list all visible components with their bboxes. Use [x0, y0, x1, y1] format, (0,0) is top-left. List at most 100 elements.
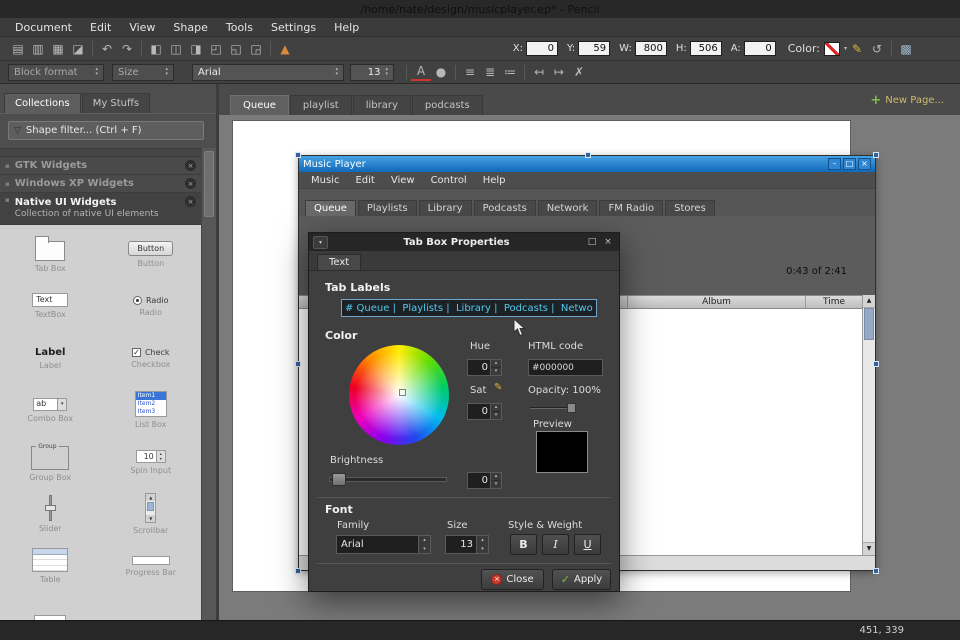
- size-select[interactable]: Size ▴ ▾: [112, 63, 174, 81]
- block-format-select[interactable]: Block format ▴ ▾: [8, 63, 104, 81]
- selection-handle[interactable]: [873, 152, 879, 158]
- color-swatch[interactable]: [823, 41, 840, 56]
- menu-edit[interactable]: Edit: [81, 20, 120, 35]
- spin-up-icon[interactable]: ▴: [477, 536, 488, 545]
- widget-tab-box[interactable]: Tab Box: [0, 228, 101, 280]
- selection-handle[interactable]: [295, 568, 301, 574]
- section-winxp-widgets[interactable]: ▪ Windows XP Widgets ×: [0, 175, 201, 193]
- spin-up-icon[interactable]: ▴: [491, 360, 501, 367]
- text-color-icon[interactable]: A: [411, 64, 431, 81]
- opacity-slider-thumb[interactable]: [567, 403, 576, 413]
- selection-handle[interactable]: [295, 361, 301, 367]
- font-family-combo[interactable]: Arial ▴ ▾: [336, 535, 431, 554]
- snapshot-icon[interactable]: ▲: [275, 39, 295, 59]
- spin-up-icon[interactable]: ▴: [491, 404, 501, 411]
- brightness-slider[interactable]: [329, 473, 447, 486]
- tab-labels-input[interactable]: [341, 299, 597, 317]
- align-bottom-icon[interactable]: ◲: [246, 39, 266, 59]
- dialog-menu-icon[interactable]: ▾: [313, 235, 328, 249]
- shape-filter-box[interactable]: ▽ Shape filter... (Ctrl + F): [8, 121, 204, 140]
- align-left-icon[interactable]: ◧: [146, 39, 166, 59]
- list-bullets-icon[interactable]: ≔: [500, 62, 520, 82]
- section-close-icon[interactable]: ×: [185, 160, 196, 171]
- reset-color-icon[interactable]: ↺: [867, 39, 887, 59]
- widget-radio[interactable]: Radio Radio: [101, 280, 202, 332]
- underline-button[interactable]: U: [574, 534, 601, 555]
- brightness-spinner[interactable]: ▴▾: [467, 472, 502, 489]
- html-code-input[interactable]: [528, 359, 603, 376]
- menu-shape[interactable]: Shape: [164, 20, 216, 35]
- color-picker-icon[interactable]: ✎: [847, 39, 867, 59]
- brightness-input[interactable]: [468, 473, 490, 488]
- section-close-icon[interactable]: ×: [185, 178, 196, 189]
- font-size-spinner[interactable]: 13 ▴ ▾: [350, 63, 394, 81]
- window-titlebar[interactable]: /home/nate/design/musicplayer.ep* - Penc…: [0, 0, 960, 18]
- spin-down-icon[interactable]: ▾: [491, 411, 501, 419]
- drawing-canvas[interactable]: Music Player – □ × Music Edit View Contr…: [219, 115, 960, 620]
- italic-button[interactable]: I: [542, 534, 569, 555]
- selection-handle[interactable]: [295, 152, 301, 158]
- tab-my-stuffs[interactable]: My Stuffs: [81, 93, 151, 113]
- page-tab-playlist[interactable]: playlist: [289, 95, 352, 115]
- spin-up-icon[interactable]: ▴: [419, 536, 430, 545]
- widget-group-box[interactable]: Group Group Box: [0, 436, 101, 488]
- menu-document[interactable]: Document: [6, 20, 81, 35]
- widget-progress-bar[interactable]: Progress Bar: [101, 540, 202, 592]
- section-native-ui-widgets[interactable]: ▪ Native UI Widgets Collection of native…: [0, 193, 201, 225]
- widget-textbox[interactable]: Text TextBox: [0, 280, 101, 332]
- page-tab-library[interactable]: library: [352, 95, 411, 115]
- y-input[interactable]: [578, 41, 611, 56]
- sat-input[interactable]: [468, 404, 490, 419]
- section-close-icon[interactable]: ×: [185, 196, 196, 207]
- widget-list-box[interactable]: Item1 Item2 Item3 List Box: [101, 384, 202, 436]
- align-middle-icon[interactable]: ◱: [226, 39, 246, 59]
- widget-slider[interactable]: Slider: [0, 488, 101, 540]
- w-input[interactable]: [634, 41, 667, 56]
- widget-checkbox[interactable]: ✓ Check Checkbox: [101, 332, 202, 384]
- align-text-left-icon[interactable]: ≡: [460, 62, 480, 82]
- color-wheel[interactable]: [349, 345, 449, 445]
- widget-scrollbar[interactable]: ▲ ▼ Scrollbar: [101, 488, 202, 540]
- sat-spinner[interactable]: ▴▾: [467, 403, 502, 420]
- spin-up-icon[interactable]: ▴: [491, 473, 501, 480]
- spin-down-icon[interactable]: ▾: [491, 480, 501, 488]
- save-icon[interactable]: ▦: [48, 39, 68, 59]
- fill-color-icon[interactable]: ●: [431, 62, 451, 82]
- selection-handle[interactable]: [585, 152, 591, 158]
- dialog-titlebar[interactable]: ▾ Tab Box Properties □ ×: [309, 233, 619, 251]
- close-button[interactable]: × Close: [481, 569, 544, 590]
- apply-button[interactable]: ✓ Apply: [552, 569, 611, 590]
- page-tab-queue[interactable]: Queue: [230, 95, 289, 115]
- new-page-icon[interactable]: ▤: [8, 39, 28, 59]
- widget-label[interactable]: Label Label: [0, 332, 101, 384]
- spin-down-icon[interactable]: ▾: [491, 367, 501, 375]
- outdent-icon[interactable]: ↤: [529, 62, 549, 82]
- bold-button[interactable]: B: [510, 534, 537, 555]
- grid-icon[interactable]: ▩: [896, 39, 916, 59]
- sidebar-scrollbar[interactable]: [201, 148, 216, 620]
- selection-handle[interactable]: [873, 361, 879, 367]
- a-input[interactable]: [743, 41, 776, 56]
- align-right-icon[interactable]: ◨: [186, 39, 206, 59]
- spin-down-icon[interactable]: ▾: [419, 544, 430, 553]
- hue-spinner[interactable]: ▴▾: [467, 359, 502, 376]
- font-family-select[interactable]: Arial ▴ ▾: [192, 63, 344, 81]
- hue-input[interactable]: [468, 360, 490, 375]
- opacity-slider[interactable]: [530, 403, 576, 413]
- align-text-center-icon[interactable]: ≣: [480, 62, 500, 82]
- tab-collections[interactable]: Collections: [4, 93, 81, 113]
- menu-view[interactable]: View: [120, 20, 164, 35]
- redo-icon[interactable]: ↷: [117, 39, 137, 59]
- open-icon[interactable]: ▥: [28, 39, 48, 59]
- page-tab-podcasts[interactable]: podcasts: [411, 95, 483, 115]
- dialog-close-icon[interactable]: ×: [601, 237, 615, 247]
- sidebar-scrollbar-thumb[interactable]: [204, 151, 214, 217]
- align-center-icon[interactable]: ◫: [166, 39, 186, 59]
- section-gtk-widgets[interactable]: ▪ GTK Widgets ×: [0, 157, 201, 175]
- menu-tools[interactable]: Tools: [217, 20, 262, 35]
- widget-spin-input[interactable]: 10 ▴ ▾ Spin Input: [101, 436, 202, 488]
- dialog-restore-icon[interactable]: □: [585, 237, 599, 247]
- x-input[interactable]: [525, 41, 558, 56]
- menu-help[interactable]: Help: [325, 20, 368, 35]
- dialog-tab-text[interactable]: Text: [317, 254, 362, 270]
